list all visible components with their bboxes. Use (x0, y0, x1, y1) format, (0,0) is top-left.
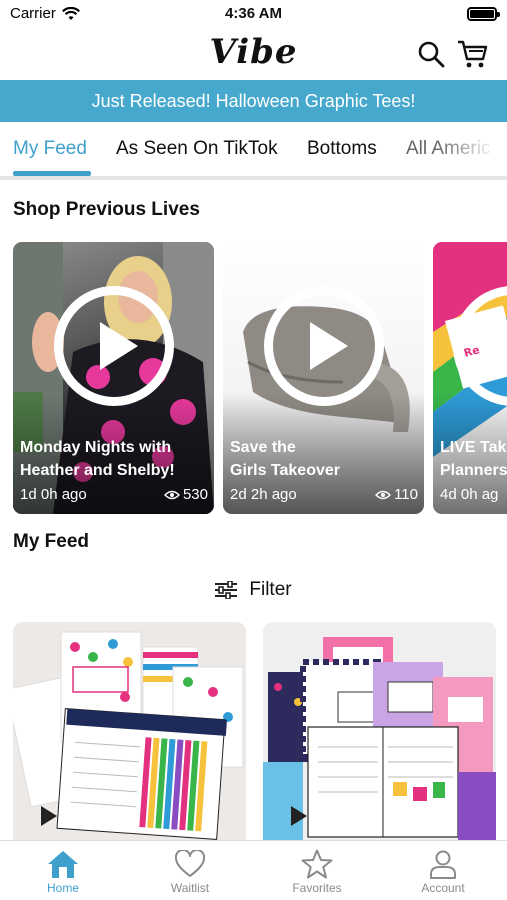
live-meta: 2d 2h ago 110 (230, 486, 418, 503)
live-time-ago: 4d 0h ag (440, 486, 499, 503)
nav-home-label: Home (46, 881, 79, 895)
feed-card[interactable] (13, 622, 246, 840)
person-icon (430, 850, 456, 879)
live-card[interactable]: Save the Girls Takeover 2d 2h ago 110 (223, 242, 424, 514)
category-tabs: My Feed As Seen On TikTok Bottoms All Am… (0, 122, 507, 180)
nav-home[interactable]: Home (18, 847, 108, 895)
tab-as-seen-on-tiktok[interactable]: As Seen On TikTok (116, 138, 278, 160)
battery-icon (467, 7, 500, 21)
live-title: Save the Girls Takeover (230, 439, 340, 479)
live-title: LIVE Tak Planners (440, 439, 507, 479)
home-icon (48, 851, 78, 878)
status-bar: Carrier 4:36 AM (0, 0, 507, 30)
active-tab-indicator (13, 171, 91, 176)
tab-my-feed[interactable]: My Feed (13, 138, 87, 160)
video-play-icon (41, 806, 57, 826)
play-icon[interactable] (53, 286, 174, 406)
live-card[interactable]: Re LIVE Tak Planners 4d 0h ag (433, 242, 507, 514)
nav-waitlist[interactable]: Waitlist (145, 847, 235, 895)
bottom-tab-bar: Home Waitlist Favorites Account (0, 840, 507, 900)
filter-button[interactable]: Filter (0, 575, 507, 605)
live-views: 530 (163, 486, 208, 503)
eye-icon (375, 490, 392, 499)
promo-banner-text: Just Released! Halloween Graphic Tees! (91, 90, 416, 111)
cart-icon (458, 40, 488, 68)
nav-favorites[interactable]: Favorites (272, 847, 362, 895)
nav-account[interactable]: Account (398, 847, 488, 895)
star-icon (301, 849, 333, 879)
cart-button[interactable] (457, 38, 489, 70)
filter-label: Filter (249, 579, 292, 600)
lives-section-title: Shop Previous Lives (13, 199, 200, 220)
nav-favorites-label: Favorites (292, 881, 342, 895)
eye-icon (163, 490, 180, 499)
feed-section-title: My Feed (13, 531, 90, 552)
app-header: Vibe (0, 30, 507, 80)
live-time-ago: 1d 0h ago (20, 486, 87, 503)
sliders-icon (215, 581, 238, 599)
tabs-fade (437, 122, 507, 176)
search-button[interactable] (415, 38, 447, 70)
previous-lives-carousel: Monday Nights with Heather and Shelby! 1… (0, 242, 507, 514)
live-card[interactable]: Monday Nights with Heather and Shelby! 1… (13, 242, 214, 514)
search-icon (418, 41, 445, 68)
video-play-icon (291, 806, 307, 826)
clock: 4:36 AM (225, 5, 282, 22)
live-title: Monday Nights with Heather and Shelby! (20, 439, 175, 479)
live-time-ago: 2d 2h ago (230, 486, 297, 503)
nav-account-label: Account (421, 881, 465, 895)
live-meta: 1d 0h ago 530 (20, 486, 208, 503)
live-meta: 4d 0h ag (440, 486, 507, 503)
heart-icon (175, 850, 205, 877)
nav-waitlist-label: Waitlist (170, 881, 210, 895)
play-icon[interactable] (263, 286, 384, 406)
tab-bottoms[interactable]: Bottoms (307, 138, 377, 160)
live-views: 110 (375, 486, 418, 503)
promo-banner[interactable]: Just Released! Halloween Graphic Tees! (0, 80, 507, 122)
feed-card[interactable] (263, 622, 496, 840)
